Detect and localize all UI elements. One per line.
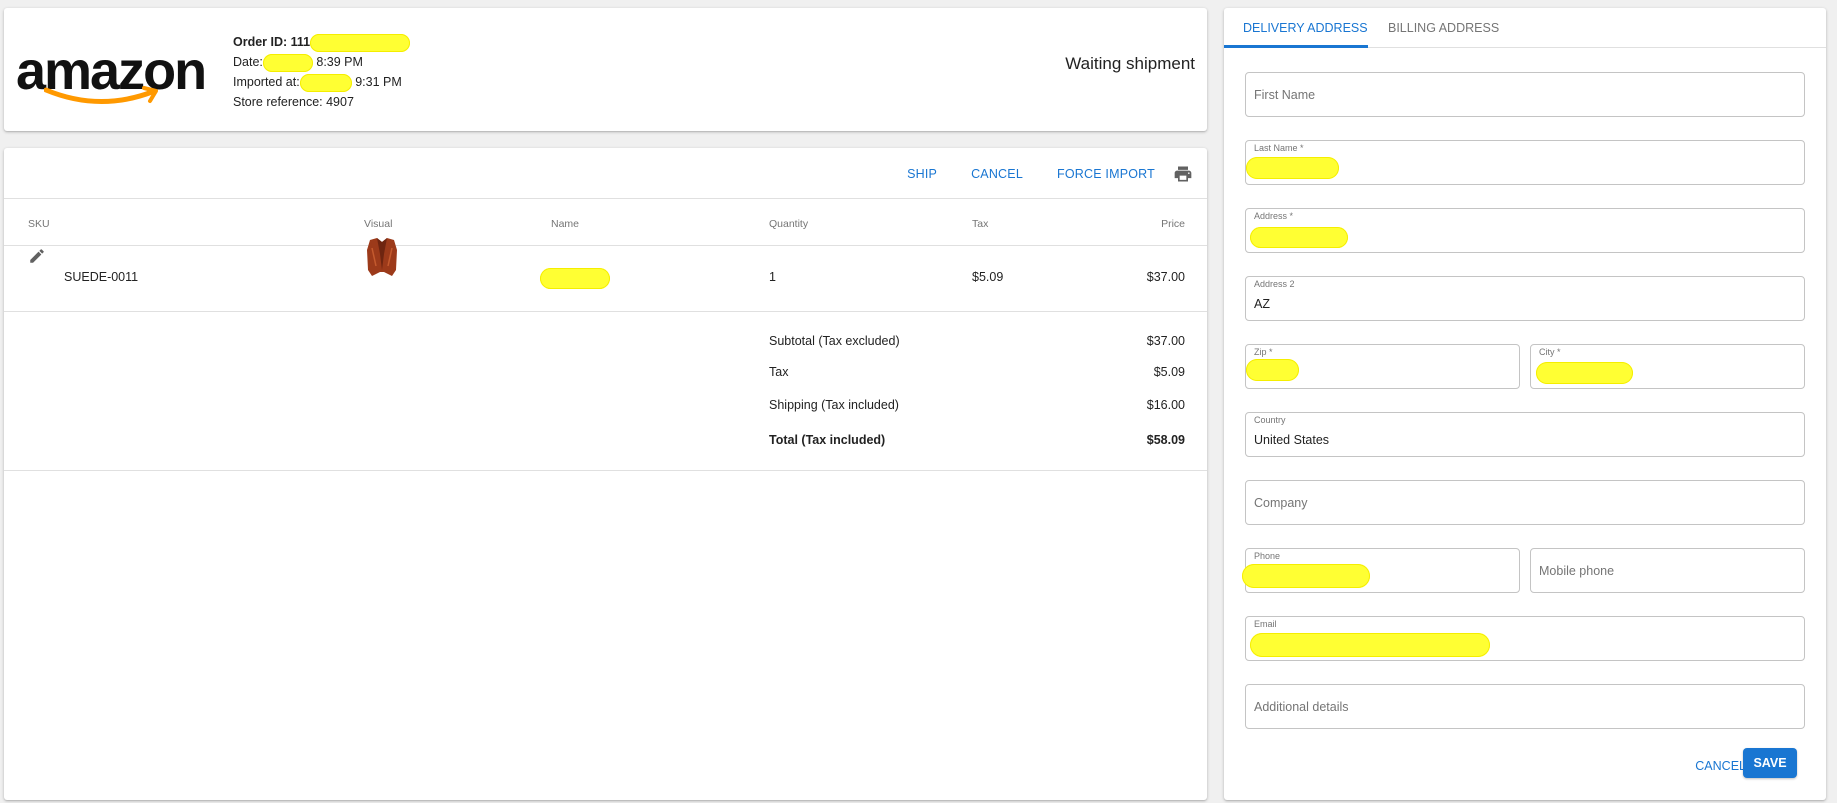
column-header-name: Name xyxy=(551,218,580,230)
shipping-value: $16.00 xyxy=(1146,398,1185,412)
redacted-email xyxy=(1250,633,1490,657)
country-field[interactable]: Country United States xyxy=(1245,412,1805,457)
ship-button[interactable]: SHIP xyxy=(907,167,937,181)
divider xyxy=(4,245,1207,246)
active-tab-indicator xyxy=(1224,45,1368,48)
mobile-phone-field[interactable]: Mobile phone xyxy=(1530,548,1805,593)
address-field[interactable]: Address * xyxy=(1245,208,1805,253)
city-label: City * xyxy=(1539,347,1561,357)
order-id-line: Order ID: 111 xyxy=(233,32,411,52)
additional-details-placeholder: Additional details xyxy=(1254,700,1349,714)
force-import-button[interactable]: FORCE IMPORT xyxy=(1057,167,1155,181)
phone-field[interactable]: Phone xyxy=(1242,548,1520,593)
tab-delivery-address[interactable]: DELIVERY ADDRESS xyxy=(1243,21,1368,35)
country-value: United States xyxy=(1254,433,1330,447)
tab-billing-address[interactable]: BILLING ADDRESS xyxy=(1388,21,1499,35)
redacted-city xyxy=(1536,362,1633,384)
product-image[interactable] xyxy=(362,236,402,280)
column-header-quantity: Quantity xyxy=(769,218,809,230)
first-name-field[interactable]: First Name xyxy=(1245,72,1805,117)
address-label: Address * xyxy=(1254,211,1294,221)
mobile-phone-placeholder: Mobile phone xyxy=(1539,564,1615,578)
zip-label: Zip * xyxy=(1254,347,1273,357)
zip-field[interactable]: Zip * xyxy=(1245,344,1520,389)
city-field[interactable]: City * xyxy=(1530,344,1805,389)
edit-pencil-icon[interactable] xyxy=(28,247,46,265)
subtotal-value: $37.00 xyxy=(1146,334,1185,348)
additional-details-field[interactable]: Additional details xyxy=(1245,684,1805,729)
item-price: $37.00 xyxy=(1146,270,1185,284)
redacted-zip xyxy=(1246,359,1299,381)
address2-label: Address 2 xyxy=(1254,279,1295,289)
date-line: Date: 8:39 PM xyxy=(233,52,410,72)
address-card: DELIVERY ADDRESS BILLING ADDRESS First N… xyxy=(1224,8,1826,800)
country-label: Country xyxy=(1254,415,1286,425)
item-tax: $5.09 xyxy=(972,270,1004,284)
subtotal-label: Subtotal (Tax excluded) xyxy=(769,334,900,348)
cancel-address-button[interactable]: CANCEL xyxy=(1695,759,1746,773)
imported-line: Imported at: 9:31 PM xyxy=(233,72,410,92)
company-placeholder: Company xyxy=(1254,496,1308,510)
redacted-date xyxy=(262,53,313,72)
total-value: $58.09 xyxy=(1146,433,1185,447)
redacted-last-name xyxy=(1246,157,1339,179)
email-label: Email xyxy=(1254,619,1277,629)
shipping-label: Shipping (Tax included) xyxy=(769,398,899,412)
divider xyxy=(4,470,1207,471)
address-tabs: DELIVERY ADDRESS BILLING ADDRESS xyxy=(1224,8,1826,48)
amazon-logo: amazon xyxy=(16,44,207,116)
address2-field[interactable]: Address 2 AZ xyxy=(1245,276,1805,321)
address2-value: AZ xyxy=(1254,297,1270,311)
last-name-field[interactable]: Last Name * xyxy=(1245,140,1805,185)
total-label: Total (Tax included) xyxy=(769,433,886,447)
tax-label: Tax xyxy=(769,365,789,379)
redacted-item-name xyxy=(540,268,610,289)
divider xyxy=(4,198,1207,199)
printer-icon[interactable] xyxy=(1173,164,1193,184)
amazon-smile-icon xyxy=(44,86,158,105)
order-toolbar: SHIP CANCEL FORCE IMPORT xyxy=(873,162,1193,186)
item-sku: SUEDE-0011 xyxy=(64,270,139,284)
company-field[interactable]: Company xyxy=(1245,480,1805,525)
order-status: Waiting shipment xyxy=(1065,54,1195,73)
save-address-button[interactable]: SAVE xyxy=(1743,748,1797,778)
date-label: Date: xyxy=(233,55,263,69)
tax-value: $5.09 xyxy=(1153,365,1185,379)
redacted-order-id xyxy=(310,33,411,52)
redacted-phone xyxy=(1242,564,1370,588)
item-quantity: 1 xyxy=(769,270,776,284)
store-reference: Store reference: 4907 xyxy=(233,95,354,109)
first-name-placeholder: First Name xyxy=(1254,88,1316,102)
column-header-price: Price xyxy=(1161,218,1185,230)
column-header-visual: Visual xyxy=(364,218,393,230)
column-header-sku: SKU xyxy=(28,218,50,230)
phone-label: Phone xyxy=(1254,551,1281,561)
order-header-card: amazon Order ID: 111 Date: 8:39 PM Impor… xyxy=(4,8,1207,131)
last-name-label: Last Name * xyxy=(1254,143,1304,153)
order-id-label: Order ID: 111 xyxy=(233,35,311,49)
order-items-card: SHIP CANCEL FORCE IMPORT SKU Visual Name… xyxy=(4,148,1207,800)
date-time: 8:39 PM xyxy=(316,55,363,69)
imported-label: Imported at: xyxy=(233,75,300,89)
divider xyxy=(4,311,1207,312)
column-header-tax: Tax xyxy=(972,218,989,230)
redacted-imported-date xyxy=(299,73,352,92)
imported-time: 9:31 PM xyxy=(355,75,402,89)
email-field[interactable]: Email xyxy=(1245,616,1805,661)
redacted-address xyxy=(1250,227,1348,248)
order-info: Order ID: 111 Date: 8:39 PM Imported at:… xyxy=(233,32,411,112)
cancel-order-button[interactable]: CANCEL xyxy=(971,167,1023,181)
